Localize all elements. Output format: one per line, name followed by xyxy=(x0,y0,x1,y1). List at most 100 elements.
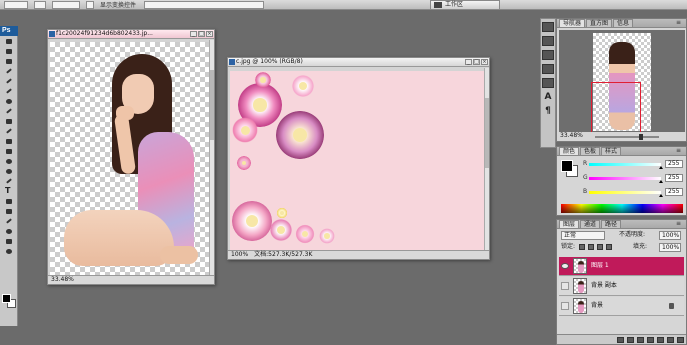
lasso-tool-icon[interactable] xyxy=(2,57,16,66)
visibility-toggle[interactable] xyxy=(561,302,569,310)
lock-position-icon[interactable] xyxy=(597,244,603,250)
history-brush-tool-icon[interactable] xyxy=(2,127,16,136)
panel-menu-icon[interactable]: ≡ xyxy=(676,148,684,154)
adjustment-layer-icon[interactable] xyxy=(647,336,654,343)
zoom-level[interactable]: 33.48% xyxy=(51,276,74,284)
auto-select-target-dropdown[interactable] xyxy=(52,0,80,9)
eyedropper-tool-icon[interactable] xyxy=(2,87,16,96)
pen-tool-icon[interactable] xyxy=(2,177,16,186)
crop-tool-icon[interactable] xyxy=(2,77,16,86)
tab-info[interactable]: 信息 xyxy=(613,19,634,27)
gradient-tool-icon[interactable] xyxy=(2,147,16,156)
document-window-model[interactable]: f1c20024f91234d6b802433.jp... _ □ × 33.4… xyxy=(47,29,215,285)
scrollbar-thumb[interactable] xyxy=(485,98,489,168)
zoom-level[interactable]: 100% xyxy=(231,251,248,259)
document-title-bar[interactable]: f1c20024f91234d6b802433.jp... _ □ × xyxy=(48,30,214,39)
blur-tool-icon[interactable] xyxy=(2,157,16,166)
red-channel-value[interactable]: 255 xyxy=(665,160,683,168)
color-swatches[interactable] xyxy=(2,294,16,308)
brushes-panel-icon[interactable] xyxy=(542,64,554,74)
dodge-tool-icon[interactable] xyxy=(2,167,16,176)
tool-presets-panel-icon[interactable] xyxy=(542,50,554,60)
document-title-bar[interactable]: c.jpg @ 100% (RGB/8) _ □ × xyxy=(228,58,489,67)
magic-wand-tool-icon[interactable] xyxy=(2,67,16,76)
fill-input[interactable]: 100% xyxy=(659,243,681,252)
path-selection-tool-icon[interactable] xyxy=(2,197,16,206)
lock-transparency-icon[interactable] xyxy=(579,244,585,250)
tab-paths[interactable]: 路径 xyxy=(601,220,622,228)
red-channel-slider[interactable] xyxy=(589,163,661,166)
minimize-button[interactable]: _ xyxy=(465,59,472,65)
opacity-input[interactable]: 100% xyxy=(659,231,681,240)
3d-rotate-tool-icon[interactable] xyxy=(2,217,16,226)
document-canvas[interactable] xyxy=(50,42,210,276)
healing-brush-tool-icon[interactable] xyxy=(2,97,16,106)
new-layer-icon[interactable] xyxy=(667,336,674,343)
shape-tool-icon[interactable] xyxy=(2,207,16,216)
link-layers-icon[interactable] xyxy=(617,336,624,343)
blue-channel-slider[interactable] xyxy=(589,191,661,194)
brush-tool-icon[interactable] xyxy=(2,107,16,116)
tool-preset-dropdown[interactable] xyxy=(4,0,28,9)
document-window-floral[interactable]: c.jpg @ 100% (RGB/8) _ □ × 100% 文档:527.3… xyxy=(227,57,490,260)
close-button[interactable]: × xyxy=(481,59,488,65)
blend-mode-dropdown[interactable]: 正常 xyxy=(561,231,605,240)
lock-all-icon[interactable] xyxy=(606,244,612,250)
layer-row[interactable]: 背景 副本 xyxy=(559,277,684,296)
tab-histogram[interactable]: 直方图 xyxy=(586,19,613,27)
vertical-scrollbar[interactable] xyxy=(484,68,489,250)
close-button[interactable]: × xyxy=(206,31,213,37)
green-slider-knob[interactable] xyxy=(659,180,663,183)
workspace-button[interactable]: 工作区 xyxy=(430,0,500,9)
new-group-icon[interactable] xyxy=(657,336,664,343)
color-spectrum-bar[interactable] xyxy=(561,204,683,213)
layer-row[interactable]: 图层 1 xyxy=(559,257,684,276)
panel-menu-icon[interactable]: ≡ xyxy=(676,20,684,26)
tab-navigator[interactable]: 导航器 xyxy=(559,19,586,27)
blue-slider-knob[interactable] xyxy=(659,194,663,197)
clone-source-panel-icon[interactable] xyxy=(542,78,554,88)
foreground-color-swatch[interactable] xyxy=(2,294,11,303)
eye-icon[interactable] xyxy=(561,263,569,269)
zoom-slider-knob[interactable] xyxy=(639,134,643,140)
eraser-tool-icon[interactable] xyxy=(2,137,16,146)
3d-orbit-tool-icon[interactable] xyxy=(2,227,16,236)
vertical-scrollbar[interactable] xyxy=(209,40,214,275)
scrollbar-thumb[interactable] xyxy=(210,70,214,140)
show-transform-checkbox[interactable] xyxy=(86,0,94,9)
maximize-button[interactable]: □ xyxy=(473,59,480,65)
visibility-toggle[interactable] xyxy=(561,282,569,290)
maximize-button[interactable]: □ xyxy=(198,31,205,37)
panel-menu-icon[interactable]: ≡ xyxy=(676,221,684,227)
delete-layer-icon[interactable] xyxy=(677,336,684,343)
green-channel-value[interactable]: 255 xyxy=(665,174,683,182)
document-canvas[interactable] xyxy=(230,71,484,250)
green-channel-slider[interactable] xyxy=(589,177,661,180)
align-buttons-group[interactable] xyxy=(144,0,265,9)
navigator-view-box[interactable] xyxy=(591,82,641,136)
tab-layers[interactable]: 图层 xyxy=(559,220,580,228)
clone-stamp-tool-icon[interactable] xyxy=(2,117,16,126)
character-panel-icon[interactable]: A xyxy=(542,92,554,102)
move-tool-icon[interactable] xyxy=(2,37,16,46)
navigator-zoom-value[interactable]: 33.48% xyxy=(560,132,583,139)
type-tool-icon[interactable] xyxy=(2,186,16,196)
layer-row[interactable]: 背景 xyxy=(559,297,684,316)
tab-color[interactable]: 颜色 xyxy=(559,147,580,155)
actions-panel-icon[interactable] xyxy=(542,36,554,46)
layer-style-icon[interactable] xyxy=(627,336,634,343)
add-mask-icon[interactable] xyxy=(637,336,644,343)
marquee-tool-icon[interactable] xyxy=(2,47,16,56)
zoom-tool-icon[interactable] xyxy=(2,247,16,256)
minimize-button[interactable]: _ xyxy=(190,31,197,37)
navigator-preview[interactable] xyxy=(559,30,685,136)
lock-pixels-icon[interactable] xyxy=(588,244,594,250)
tab-swatches[interactable]: 色板 xyxy=(580,147,601,155)
red-slider-knob[interactable] xyxy=(659,166,663,169)
auto-select-checkbox[interactable] xyxy=(34,0,46,9)
foreground-color-swatch[interactable] xyxy=(561,160,573,172)
zoom-slider[interactable] xyxy=(595,134,659,140)
blue-channel-value[interactable]: 255 xyxy=(665,188,683,196)
tab-styles[interactable]: 样式 xyxy=(601,147,622,155)
paragraph-panel-icon[interactable]: ¶ xyxy=(542,106,554,116)
